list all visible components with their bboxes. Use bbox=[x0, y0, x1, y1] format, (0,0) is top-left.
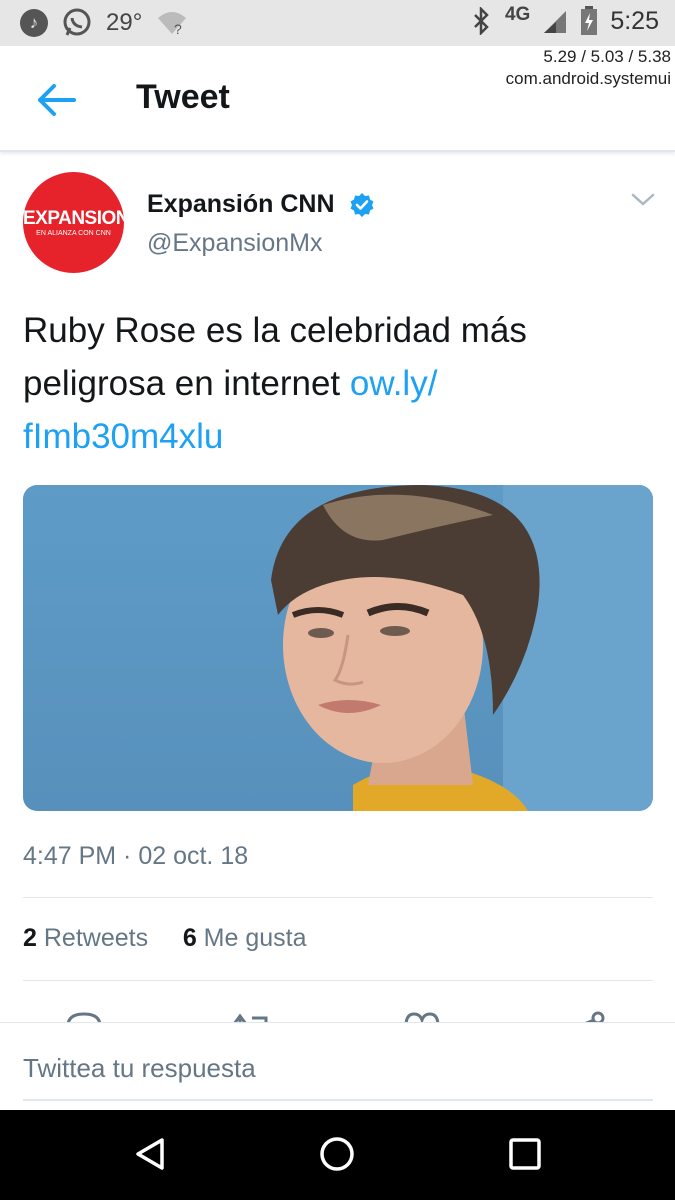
music-icon: ♪ bbox=[20, 9, 48, 37]
portrait-photo bbox=[271, 485, 653, 811]
divider bbox=[23, 897, 653, 898]
reply-underline bbox=[23, 1099, 653, 1101]
tweet-text: Ruby Rose es la celebridad más peligrosa… bbox=[23, 304, 643, 463]
tweet-stats: 2 Retweets 6 Me gusta bbox=[23, 924, 307, 953]
network-type: 4G bbox=[504, 4, 531, 25]
retweets-label: Retweets bbox=[43, 924, 149, 952]
system-navigation-bar bbox=[0, 1110, 675, 1200]
reply-composer[interactable]: Twittea tu respuesta bbox=[0, 1022, 675, 1111]
avatar[interactable]: EXPANSION EN ALIANZA CON CNN bbox=[23, 172, 124, 273]
status-bar: ♪ 29° ? 4G 5:25 bbox=[0, 0, 675, 46]
verified-badge-icon bbox=[350, 193, 374, 217]
wifi-unknown-icon: ? bbox=[158, 12, 187, 36]
clock-text: 5:25 bbox=[610, 6, 659, 35]
nav-back-icon[interactable] bbox=[130, 1134, 170, 1174]
nav-recents-icon[interactable] bbox=[505, 1134, 545, 1174]
tweet-timestamp: 4:47 PM · 02 oct. 18 bbox=[23, 842, 249, 870]
back-arrow-icon[interactable] bbox=[30, 80, 80, 120]
reply-input-placeholder[interactable]: Twittea tu respuesta bbox=[23, 1053, 256, 1084]
tweet-body: Ruby Rose es la celebridad más peligrosa… bbox=[23, 311, 527, 403]
retweets-count: 2 bbox=[23, 924, 37, 952]
debug-process-text: com.android.systemui bbox=[505, 69, 671, 88]
author-name[interactable]: Expansión CNN bbox=[147, 190, 335, 219]
status-bar-right: 4G 5:25 bbox=[471, 4, 659, 36]
whatsapp-icon bbox=[63, 8, 91, 36]
svg-text:?: ? bbox=[174, 21, 182, 36]
author-handle[interactable]: @ExpansionMx bbox=[147, 229, 322, 258]
nav-home-icon[interactable] bbox=[317, 1134, 357, 1174]
debug-load-text: 5.29 / 5.03 / 5.38 bbox=[543, 47, 671, 66]
likes-count: 6 bbox=[182, 924, 197, 952]
bluetooth-icon bbox=[474, 7, 489, 35]
battery-charging-icon bbox=[581, 6, 598, 35]
temperature-text: 29° bbox=[106, 9, 143, 36]
avatar-logo-text: EXPANSION bbox=[23, 208, 124, 229]
debug-overlay: 5.29 / 5.03 / 5.38 com.android.systemui bbox=[506, 46, 671, 90]
likes-stat[interactable]: 6 Me gusta bbox=[183, 924, 307, 952]
likes-label: Me gusta bbox=[203, 924, 307, 952]
tweet-media-image[interactable] bbox=[23, 485, 653, 811]
signal-icon bbox=[544, 11, 567, 33]
avatar-logo-subtext: EN ALIANZA CON CNN bbox=[36, 230, 111, 237]
status-bar-left: ♪ 29° ? bbox=[20, 8, 188, 38]
retweets-stat[interactable]: 2 Retweets bbox=[23, 924, 148, 952]
divider bbox=[23, 980, 653, 981]
chevron-down-icon[interactable] bbox=[630, 192, 656, 208]
page-title: Tweet bbox=[136, 78, 230, 116]
